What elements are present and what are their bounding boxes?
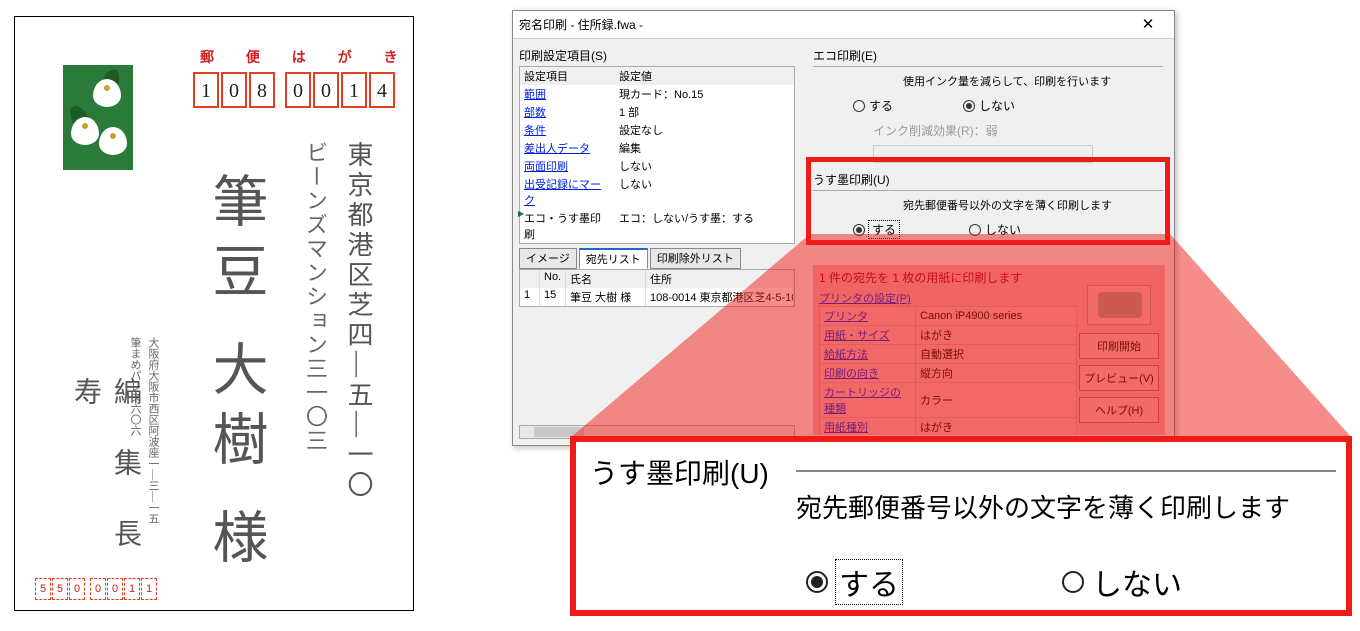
eco-desc: 使用インク量を減らして、印刷を行います (903, 73, 1163, 89)
tab-addr-list[interactable]: 宛先リスト (579, 248, 648, 269)
printer-row-val[interactable]: 縦方向 (916, 364, 1077, 383)
sender-postal-boxes: 5 5 0 0 0 1 1 (35, 578, 158, 600)
usuzumi-group: うす墨印刷(U) 宛先郵便番号以外の文字を薄く印刷します する しない (813, 171, 1163, 238)
print-start-button[interactable]: 印刷開始 (1079, 333, 1159, 359)
printer-row-key[interactable]: 印刷の向き (820, 364, 916, 383)
settings-item-current[interactable]: エコ・うす墨印刷 (520, 209, 615, 243)
settings-value: 現カード：No.15 (615, 85, 794, 103)
settings-value: しない (615, 175, 794, 209)
postal-digit: 0 (313, 72, 339, 108)
recipient-address-sub: ビーンズマンション三一〇三 (299, 141, 331, 453)
postal-digit: 8 (249, 72, 275, 108)
settings-value: 設定なし (615, 121, 794, 139)
recipient-name: 筆豆 大樹 様 (195, 172, 276, 578)
settings-section-label: 印刷設定項目(S) (519, 47, 799, 64)
usuzumi-title: うす墨印刷(U) (813, 171, 1163, 188)
addr-list-name: 筆豆 大樹 様 (566, 288, 646, 306)
usuzumi-radio-no[interactable]: しない (969, 221, 1021, 238)
eco-radio-yes[interactable]: する (853, 97, 893, 114)
eco-radio-no[interactable]: しない (963, 97, 1015, 114)
preview-button[interactable]: プレビュー(V) (1079, 365, 1159, 391)
printer-row-val[interactable]: Canon iP4900 series (916, 307, 1077, 326)
help-button[interactable]: ヘルプ(H) (1079, 397, 1159, 423)
printer-row-val[interactable]: 自動選択 (916, 345, 1077, 364)
callout-desc: 宛先郵便番号以外の文字を薄く印刷します (796, 488, 1290, 525)
settings-header-item: 設定項目 (520, 67, 615, 85)
right-pane: エコ印刷(E) 使用インク量を減らして、印刷を行います する しない インク削減… (813, 47, 1163, 246)
printer-row-key[interactable]: カートリッジの種類 (820, 383, 916, 418)
tab-exclude-list[interactable]: 印刷除外リスト (650, 248, 741, 269)
tab-image[interactable]: イメージ (519, 248, 577, 269)
titlebar: 宛名印刷 - 住所録.fwa - ✕ (513, 11, 1174, 39)
usuzumi-callout: うす墨印刷(U) 宛先郵便番号以外の文字を薄く印刷します する しない (570, 436, 1352, 616)
left-pane: 印刷設定項目(S) 設定項目 設定値 範囲現カード：No.15 部数1 部 条件… (519, 47, 799, 307)
settings-table: 設定項目 設定値 範囲現カード：No.15 部数1 部 条件設定なし 差出人デー… (519, 66, 795, 244)
sender-postal-digit: 1 (124, 578, 140, 600)
settings-value: 編集 (615, 139, 794, 157)
printer-row-val[interactable]: はがき (916, 326, 1077, 345)
addr-list-header-addr: 住所 (646, 270, 794, 288)
settings-item[interactable]: 部数 (520, 103, 615, 121)
postcard-preview: 郵 便 は が き 1 0 8 0 0 1 4 東京都港区芝四—五—一〇 ビーン… (14, 16, 414, 611)
postal-digit: 4 (369, 72, 395, 108)
addr-list-header-blank (520, 270, 540, 288)
settings-item[interactable]: 条件 (520, 121, 615, 139)
sender-postal-digit: 5 (52, 578, 68, 600)
addr-list-row[interactable]: 1 15 筆豆 大樹 様 108-0014 東京都港区芝4-5-10 (520, 288, 794, 306)
ink-reduce-slider[interactable] (873, 145, 1093, 163)
close-button[interactable]: ✕ (1128, 12, 1168, 38)
addr-list-idx: 1 (520, 288, 540, 306)
settings-item[interactable]: 範囲 (520, 85, 615, 103)
printer-row-key[interactable]: 用紙種別 (820, 418, 916, 437)
postage-stamp-area (63, 65, 133, 170)
sender-postal-digit: 0 (107, 578, 123, 600)
printer-settings-overlay: 1 件の宛先を 1 枚の用紙に印刷します プリンタの設定(P) プリンタCano… (813, 265, 1165, 435)
printer-row-key[interactable]: プリンタ (820, 307, 916, 326)
sender-name: 編 集 長 寿 (65, 377, 145, 610)
sender-postal-digit: 0 (90, 578, 106, 600)
recipient-postal-boxes: 1 0 8 0 0 1 4 (193, 72, 397, 108)
usuzumi-desc: 宛先郵便番号以外の文字を薄く印刷します (903, 197, 1163, 213)
print-dialog: 宛名印刷 - 住所録.fwa - ✕ 印刷設定項目(S) 設定項目 設定値 範囲… (512, 10, 1175, 446)
printer-row-key[interactable]: 用紙・サイズ (820, 326, 916, 345)
addr-list-addr: 108-0014 東京都港区芝4-5-10 (646, 288, 794, 306)
sender-address-1: 大阪府大阪市西区阿波座一—三—一五 (145, 337, 161, 524)
ink-reduce-label: インク削減効果(R)：弱 (873, 122, 1163, 139)
printer-row-val[interactable]: カラー (916, 383, 1077, 418)
settings-header-value: 設定値 (615, 67, 794, 85)
callout-radio-yes[interactable]: する (806, 560, 902, 604)
sender-postal-digit: 5 (35, 578, 51, 600)
addr-list-header-no: No. (540, 270, 566, 288)
printer-icon (1079, 285, 1159, 327)
window-title: 宛名印刷 - 住所録.fwa - (519, 16, 643, 33)
recipient-address-main: 東京都港区芝四—五—一〇 (334, 141, 383, 501)
settings-item[interactable]: 出受記録にマーク (520, 175, 615, 209)
printer-row-val[interactable]: はがき (916, 418, 1077, 437)
hagaki-label: 郵 便 は が き (200, 47, 412, 67)
eco-print-group: エコ印刷(E) 使用インク量を減らして、印刷を行います する しない インク削減… (813, 47, 1163, 163)
callout-radio-no[interactable]: しない (1062, 560, 1182, 604)
postal-digit: 0 (285, 72, 311, 108)
postal-digit: 1 (193, 72, 219, 108)
sender-postal-digit: 1 (141, 578, 157, 600)
postal-digit: 1 (341, 72, 367, 108)
tabs: イメージ 宛先リスト 印刷除外リスト (519, 248, 799, 269)
usuzumi-radio-yes[interactable]: する (853, 221, 899, 238)
sender-postal-digit: 0 (69, 578, 85, 600)
settings-value: 1 部 (615, 103, 794, 121)
print-notice: 1 件の宛先を 1 枚の用紙に印刷します (819, 269, 1159, 286)
printer-row-key[interactable]: 給紙方法 (820, 345, 916, 364)
settings-value: エコ：しない/うす墨：する (615, 209, 794, 243)
eco-title: エコ印刷(E) (813, 47, 1163, 64)
addr-list-header-name: 氏名 (566, 270, 646, 288)
settings-value: しない (615, 157, 794, 175)
postal-digit: 0 (221, 72, 247, 108)
addr-list-no: 15 (540, 288, 566, 306)
callout-title: うす墨印刷(U) (590, 452, 769, 492)
address-list: No. 氏名 住所 1 15 筆豆 大樹 様 108-0014 東京都港区芝4-… (519, 269, 795, 307)
settings-item[interactable]: 両面印刷 (520, 157, 615, 175)
settings-item[interactable]: 差出人データ (520, 139, 615, 157)
